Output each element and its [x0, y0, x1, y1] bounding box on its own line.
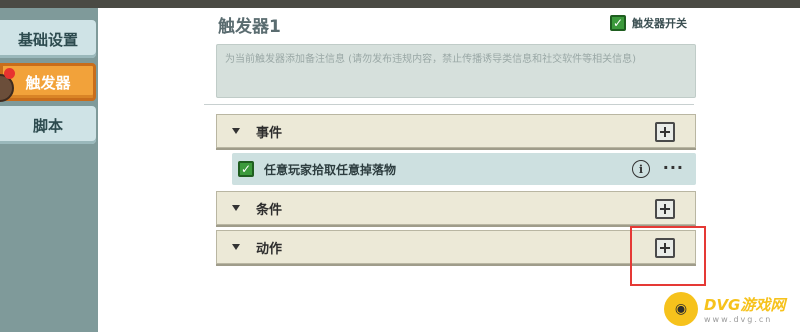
highlight-annotation — [630, 226, 706, 286]
add-event-button[interactable] — [655, 122, 675, 142]
top-bar — [0, 0, 800, 8]
add-condition-button[interactable] — [655, 199, 675, 219]
more-options-icon[interactable]: ··· — [663, 158, 684, 177]
sidebar-item-label: 基础设置 — [17, 30, 78, 49]
info-icon[interactable]: i — [632, 160, 650, 178]
sidebar-item-label: 脚本 — [32, 116, 63, 135]
gamepad-icon: ◉ — [664, 292, 698, 326]
trigger-switch-label: 触发器开关 — [632, 17, 687, 30]
sidebar-item-trigger[interactable]: 触发器 — [0, 63, 96, 101]
section-conditions[interactable]: 条件 — [216, 191, 696, 225]
event-item[interactable]: ✓ 任意玩家拾取任意掉落物 i ··· — [232, 153, 696, 185]
caret-down-icon[interactable] — [232, 128, 240, 134]
watermark-logo: ◉ DVG游戏网 www.dvg.cn — [664, 286, 800, 332]
section-actions[interactable]: 动作 — [216, 230, 696, 264]
section-label: 事件 — [256, 125, 283, 141]
trigger-switch[interactable]: ✓ 触发器开关 — [610, 15, 687, 31]
section-label: 动作 — [256, 241, 283, 257]
caret-down-icon[interactable] — [232, 205, 240, 211]
trigger-title: 触发器1 — [218, 17, 281, 37]
watermark-text: DVG游戏网 — [704, 296, 786, 314]
check-icon[interactable]: ✓ — [238, 161, 254, 177]
section-label: 条件 — [256, 202, 283, 218]
sidebar-item-label: 触发器 — [25, 73, 71, 92]
event-item-label: 任意玩家拾取任意掉落物 — [264, 162, 397, 177]
divider — [204, 104, 694, 105]
note-placeholder: 为当前触发器添加备注信息 (请勿发布违规内容，禁止传播诱导类信息和社交软件等相关… — [225, 54, 636, 65]
check-icon[interactable]: ✓ — [610, 15, 626, 31]
trigger-editor-panel: 触发器1 ✓ 触发器开关 为当前触发器添加备注信息 (请勿发布违规内容，禁止传播… — [98, 8, 800, 332]
section-events[interactable]: 事件 — [216, 114, 696, 148]
sidebar: 基础设置 触发器 脚本 — [0, 8, 98, 332]
watermark-url: www.dvg.cn — [704, 315, 773, 324]
sidebar-item-basic-settings[interactable]: 基础设置 — [0, 20, 96, 58]
sidebar-item-script[interactable]: 脚本 — [0, 106, 96, 144]
trigger-note-input[interactable]: 为当前触发器添加备注信息 (请勿发布违规内容，禁止传播诱导类信息和社交软件等相关… — [216, 44, 696, 98]
caret-down-icon[interactable] — [232, 244, 240, 250]
notification-dot — [4, 68, 15, 79]
